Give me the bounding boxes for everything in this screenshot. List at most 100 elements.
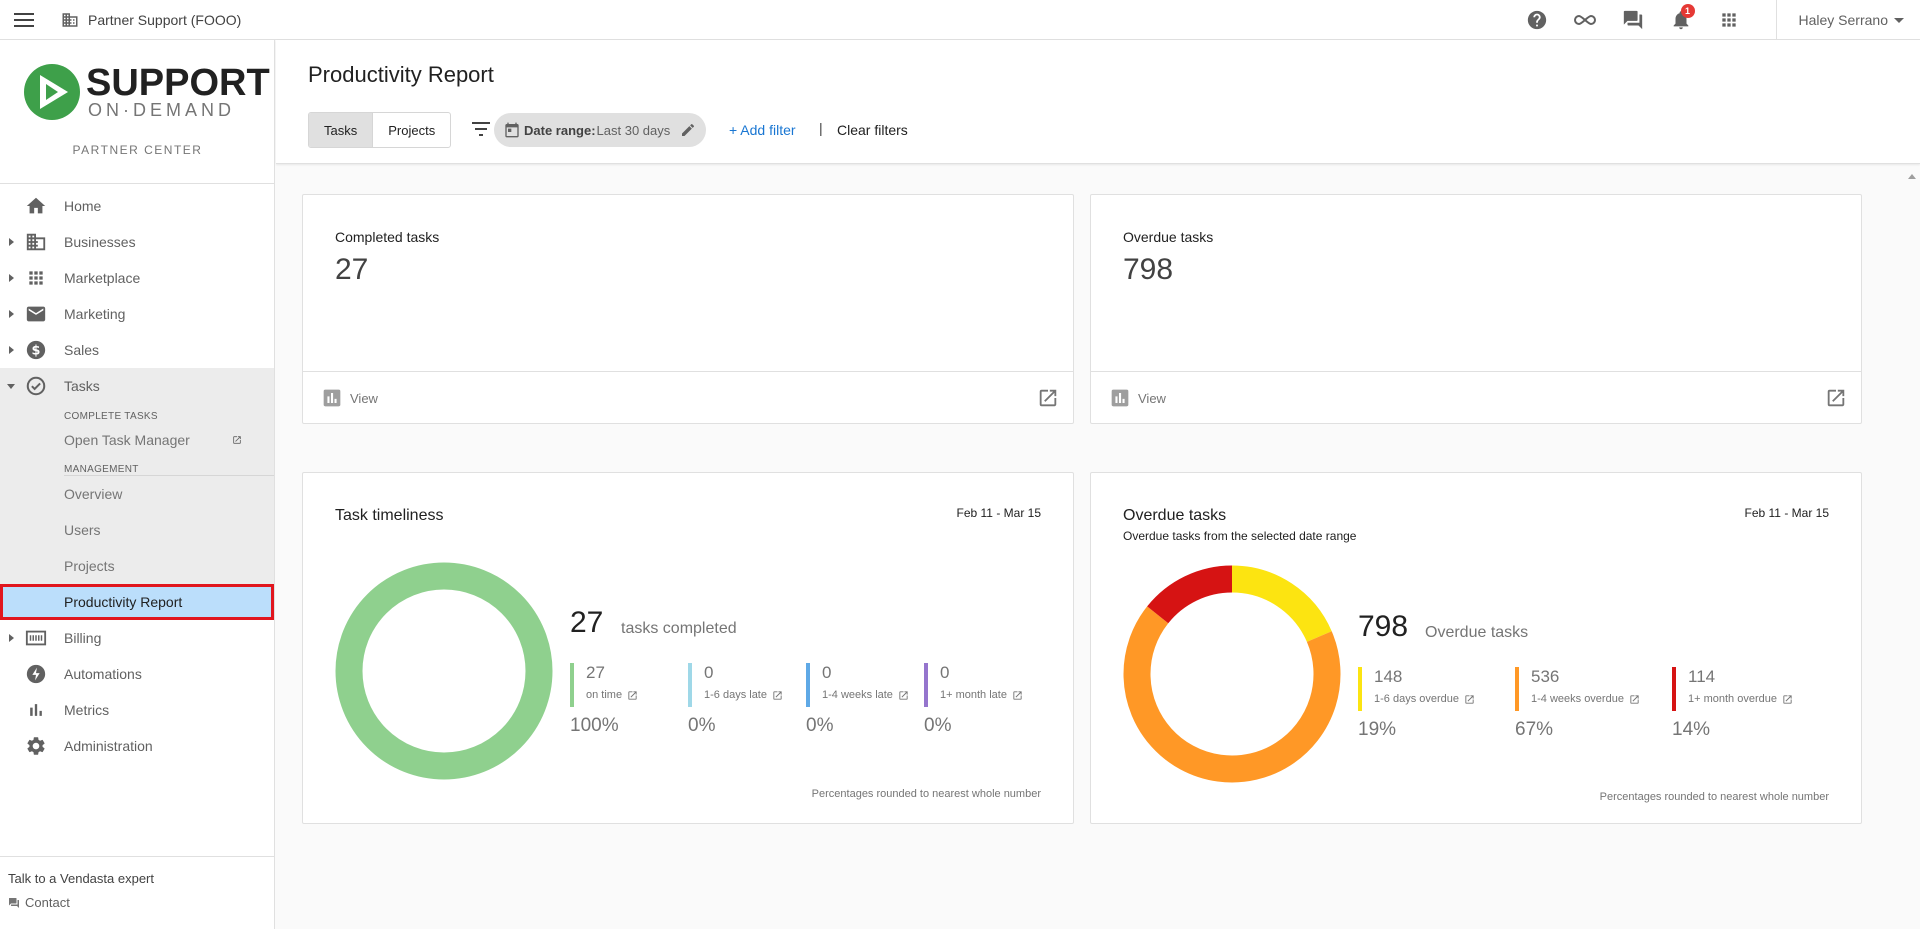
date-range-text: Feb 11 - Mar 15	[956, 506, 1041, 520]
scroll-up-arrow[interactable]	[1908, 174, 1916, 179]
sidebar-item-automations[interactable]: Automations	[0, 656, 274, 692]
apps-grid-icon	[25, 267, 47, 289]
stat-label: 1-6 days late	[704, 689, 783, 701]
stat-color-bar	[1515, 667, 1519, 711]
notification-badge: 1	[1680, 4, 1695, 18]
sidebar-item-metrics[interactable]: Metrics	[0, 692, 274, 728]
external-link-icon[interactable]	[1782, 694, 1793, 705]
sidebar-item-open-task-manager[interactable]: Open Task Manager	[0, 422, 274, 458]
notifications-icon[interactable]: 1	[1669, 4, 1695, 32]
add-filter-button[interactable]: + Add filter	[729, 122, 796, 138]
contact-link[interactable]: Contact	[0, 895, 275, 910]
sidebar-item-label: Automations	[64, 666, 142, 682]
completed-tasks-value: 27	[335, 253, 369, 286]
nav-list: Home Businesses Marketplace Marketing $ …	[0, 188, 274, 764]
external-link-icon[interactable]	[1629, 694, 1640, 705]
stat-color-bar	[924, 663, 928, 707]
stat-label-text: 1-4 weeks late	[822, 689, 893, 701]
user-name: Haley Serrano	[1798, 12, 1889, 28]
sidebar-item-businesses[interactable]: Businesses	[0, 224, 274, 260]
logo[interactable]: SUPPORT ON·DEMAND PARTNER CENTER	[0, 40, 274, 184]
external-link-icon	[233, 436, 241, 444]
overdue-total-label: Overdue tasks	[1425, 624, 1529, 641]
sidebar-item-projects[interactable]: Projects	[0, 548, 274, 584]
chat-icon	[9, 897, 19, 908]
bar-chart-icon	[1111, 389, 1129, 407]
stat-1-4-weeks-late: 0 1-4 weeks late	[806, 663, 909, 707]
sidebar-item-productivity-report[interactable]: Productivity Report	[0, 584, 274, 620]
task-timeliness-title: Task timeliness	[335, 507, 444, 524]
sidebar-item-tasks[interactable]: Tasks	[0, 368, 274, 404]
sidebar-item-label: Users	[64, 522, 101, 538]
toggle-projects[interactable]: Projects	[373, 113, 450, 147]
stat-1-4-weeks-overdue: 536 1-4 weeks overdue	[1515, 667, 1640, 711]
stat-label: 1-4 weeks overdue	[1531, 693, 1640, 705]
stat-on-time: 27 on time	[570, 663, 638, 707]
stat-value: 536	[1531, 667, 1560, 686]
svg-text:$: $	[32, 344, 41, 359]
sidebar-item-label: Projects	[64, 558, 115, 574]
menu-icon[interactable]	[14, 12, 34, 27]
logo-support-text: SUPPORT	[86, 62, 270, 104]
sidebar-item-administration[interactable]: Administration	[0, 728, 274, 764]
overdue-slice-0	[1231, 565, 1332, 643]
sidebar-item-overview[interactable]: Overview	[0, 476, 274, 512]
apps-grid-icon[interactable]	[1717, 8, 1741, 32]
overdue-tasks-value: 798	[1123, 253, 1174, 286]
complete-tasks-heading: COMPLETE TASKS	[64, 411, 158, 422]
sidebar-item-label: Productivity Report	[64, 594, 183, 610]
sidebar-item-billing[interactable]: Billing	[0, 620, 274, 656]
sidebar-footer: Talk to a Vendasta expert Contact	[0, 856, 275, 910]
help-icon[interactable]	[1525, 8, 1549, 32]
external-link-icon[interactable]	[1464, 694, 1475, 705]
tasks-completed-total: 27	[570, 606, 604, 639]
sidebar-item-label: Open Task Manager	[64, 432, 190, 448]
stat-value: 0	[822, 663, 832, 682]
edit-icon[interactable]	[680, 122, 696, 138]
external-link-icon[interactable]	[1012, 690, 1023, 701]
stat-label-text: 1+ month overdue	[1688, 693, 1777, 705]
sidebar-item-users[interactable]: Users	[0, 512, 274, 548]
overdue-donut-chart	[1123, 565, 1341, 783]
date-range-chip[interactable]: Date range: Last 30 days	[494, 113, 707, 147]
external-link-icon[interactable]	[898, 690, 909, 701]
filter-icon[interactable]	[472, 122, 490, 136]
stat-label-text: 1+ month late	[940, 689, 1007, 701]
user-menu[interactable]: Haley Serrano	[1775, 0, 1920, 40]
partner-name[interactable]: Partner Support (FOOO)	[88, 12, 241, 28]
timeliness-slice-0	[335, 562, 553, 780]
stat-color-bar	[1672, 667, 1676, 711]
stat-percent: 67%	[1515, 719, 1554, 740]
view-button[interactable]: View	[322, 388, 378, 408]
contact-label: Contact	[25, 895, 70, 910]
date-range-label: Date range:	[524, 122, 596, 138]
sidebar-item-home[interactable]: Home	[0, 188, 274, 224]
page-title: Productivity Report	[308, 62, 494, 87]
stat-percent: 100%	[570, 715, 619, 736]
timeliness-donut-chart	[335, 562, 553, 780]
stat-label-text: 1-6 days overdue	[1374, 693, 1459, 705]
chat-icon[interactable]	[1621, 8, 1645, 32]
clear-filters-button[interactable]: Clear filters	[837, 122, 908, 138]
stat-label: 1-6 days overdue	[1374, 693, 1475, 705]
open-in-new-icon[interactable]	[1037, 387, 1059, 409]
toggle-tasks[interactable]: Tasks	[309, 113, 374, 147]
sidebar-item-marketplace[interactable]: Marketplace	[0, 260, 274, 296]
partner-center-label: PARTNER CENTER	[72, 143, 203, 157]
bar-chart-icon	[25, 699, 47, 721]
external-link-icon[interactable]	[627, 690, 638, 701]
mail-icon	[25, 303, 47, 325]
external-link-icon[interactable]	[772, 690, 783, 701]
rounding-note: Percentages rounded to nearest whole num…	[811, 788, 1041, 800]
view-button[interactable]: View	[1110, 388, 1166, 408]
sidebar-item-marketing[interactable]: Marketing	[0, 296, 274, 332]
stat-label-text: 1-6 days late	[704, 689, 767, 701]
card-footer: View	[303, 371, 1073, 423]
stat-color-bar	[688, 663, 692, 707]
sidebar-item-sales[interactable]: $ Sales	[0, 332, 274, 368]
tasks-projects-toggle: Tasks Projects	[308, 112, 452, 148]
view-label: View	[350, 390, 378, 406]
open-in-new-icon[interactable]	[1825, 387, 1847, 409]
building-icon	[25, 231, 47, 253]
infinity-icon[interactable]	[1573, 8, 1597, 32]
